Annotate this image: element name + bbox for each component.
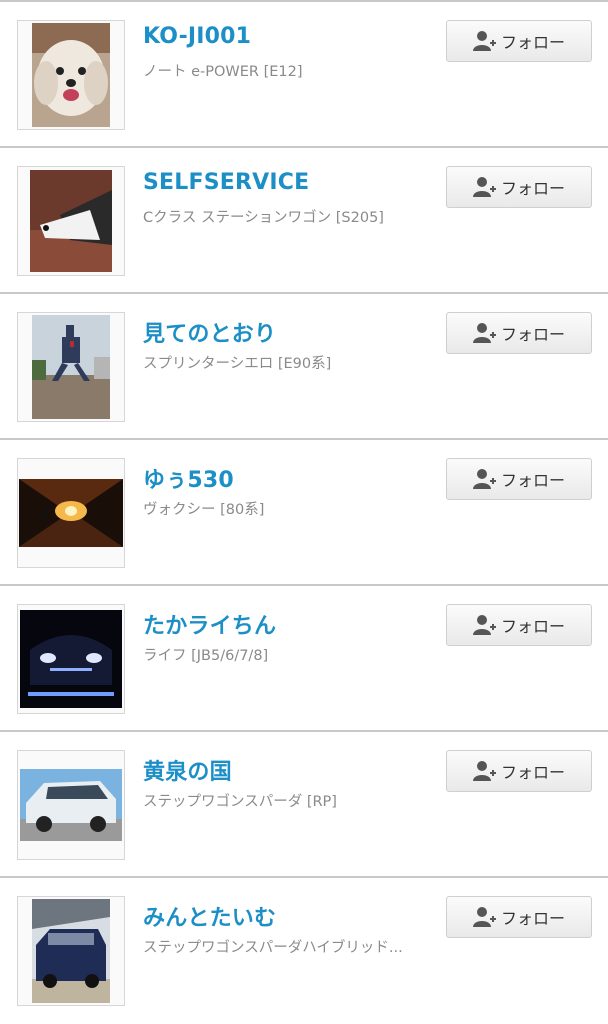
husky-photo-icon [30, 170, 112, 272]
car-model: スプリンターシエロ [E90系] [143, 356, 332, 372]
avatar[interactable] [17, 458, 125, 568]
user-name[interactable]: みんとたいむ [143, 900, 276, 932]
follow-label: フォロー [500, 325, 565, 344]
list-item[interactable]: 見てのとおり スプリンターシエロ [E90系] フォロー [0, 292, 608, 438]
user-name[interactable]: ゆぅ530 [143, 462, 234, 494]
follow-label: フォロー [500, 763, 565, 782]
dog-photo-icon [32, 23, 110, 127]
car-model: ステップワゴンスパーダハイブリッド... [143, 940, 403, 956]
add-user-icon [472, 177, 496, 197]
list-item[interactable]: みんとたいむ ステップワゴンスパーダハイブリッド... フォロー [0, 876, 608, 1022]
user-name[interactable]: SELFSERVICE [143, 170, 309, 195]
car-model: Cクラス ステーションワゴン [S205] [143, 210, 384, 226]
follow-button[interactable]: フォロー [446, 604, 592, 646]
follow-label: フォロー [500, 909, 565, 928]
list-item[interactable]: KO-JI001 ノート e-POWER [E12] フォロー [0, 0, 608, 146]
follow-label: フォロー [500, 33, 565, 52]
user-list: KO-JI001 ノート e-POWER [E12] フォロー SELFSERV… [0, 0, 608, 1024]
add-user-icon [472, 615, 496, 635]
user-name[interactable]: 黄泉の国 [143, 754, 232, 786]
follow-label: フォロー [500, 179, 565, 198]
follow-button[interactable]: フォロー [446, 458, 592, 500]
add-user-icon [472, 469, 496, 489]
car-model: ノート e-POWER [E12] [143, 64, 303, 80]
statue-photo-icon [32, 315, 110, 419]
add-user-icon [472, 323, 496, 343]
add-user-icon [472, 761, 496, 781]
follow-button[interactable]: フォロー [446, 166, 592, 208]
follow-label: フォロー [500, 471, 565, 490]
user-name[interactable]: 見てのとおり [143, 316, 276, 348]
follow-button[interactable]: フォロー [446, 750, 592, 792]
follow-button[interactable]: フォロー [446, 20, 592, 62]
avatar[interactable] [17, 604, 125, 714]
user-name[interactable]: KO-JI001 [143, 24, 251, 49]
tunnel-photo-icon [19, 479, 123, 547]
avatar[interactable] [17, 20, 125, 130]
follow-label: フォロー [500, 617, 565, 636]
avatar[interactable] [17, 166, 125, 276]
user-name[interactable]: たかライちん [143, 608, 276, 640]
car-model: ライフ [JB5/6/7/8] [143, 648, 269, 664]
list-item[interactable]: 黄泉の国 ステップワゴンスパーダ [RP] フォロー [0, 730, 608, 876]
car-model: ヴォクシー [80系] [143, 502, 265, 518]
white-van-photo-icon [20, 769, 122, 841]
list-item[interactable]: ゆぅ530 ヴォクシー [80系] フォロー [0, 438, 608, 584]
add-user-icon [472, 907, 496, 927]
avatar[interactable] [17, 896, 125, 1006]
list-item[interactable]: たかライちん ライフ [JB5/6/7/8] フォロー [0, 584, 608, 730]
list-item[interactable]: SELFSERVICE Cクラス ステーションワゴン [S205] フォロー [0, 146, 608, 292]
add-user-icon [472, 31, 496, 51]
follow-button[interactable]: フォロー [446, 896, 592, 938]
car-model: ステップワゴンスパーダ [RP] [143, 794, 337, 810]
follow-button[interactable]: フォロー [446, 312, 592, 354]
avatar[interactable] [17, 750, 125, 860]
garage-van-photo-icon [32, 899, 110, 1003]
avatar[interactable] [17, 312, 125, 422]
car-lights-photo-icon [20, 610, 122, 708]
